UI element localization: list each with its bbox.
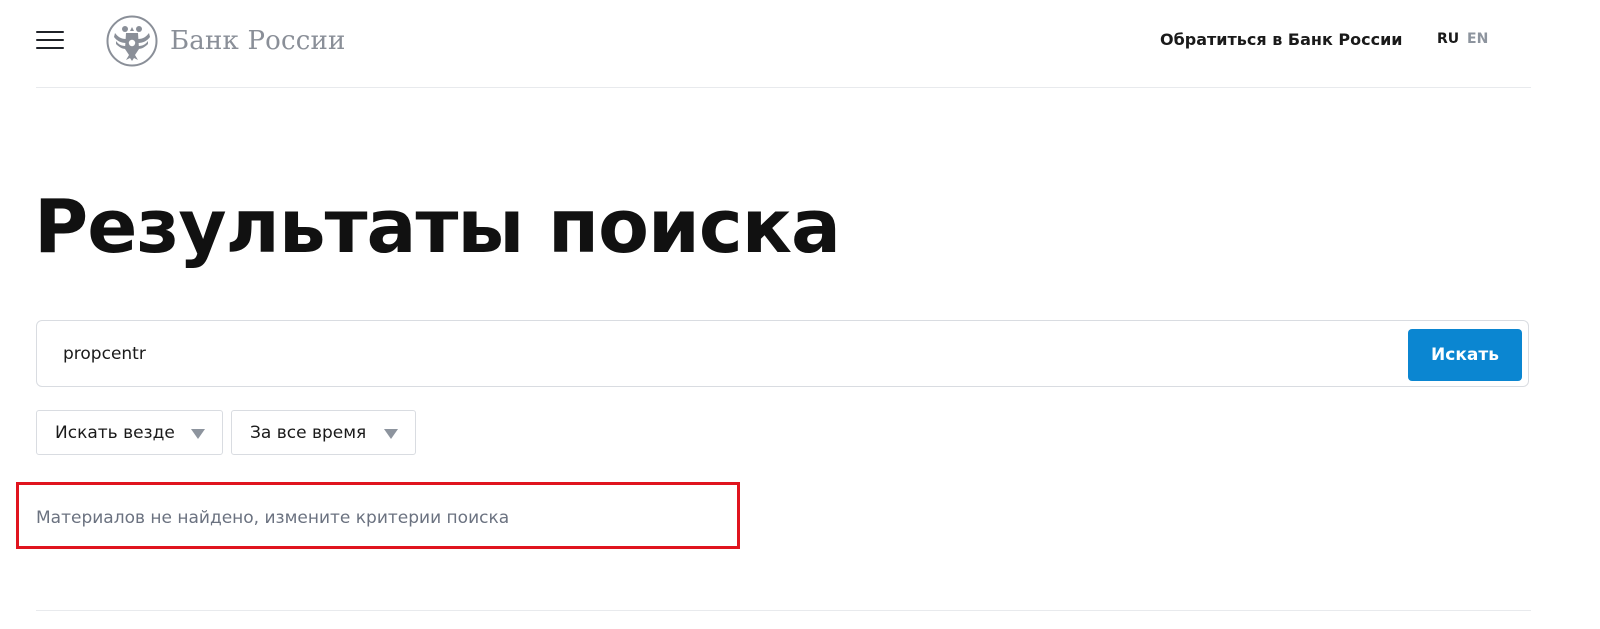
menu-icon[interactable] (36, 31, 64, 51)
header-divider (36, 87, 1531, 88)
logo-link[interactable]: Банк России (106, 14, 346, 68)
menu-icon-bar (36, 39, 64, 41)
filter-period-dropdown[interactable]: За все время (231, 410, 416, 455)
chevron-down-icon (191, 429, 205, 439)
search-input[interactable] (63, 321, 1393, 386)
contact-bank-link[interactable]: Обратиться в Банк России (1160, 30, 1403, 49)
menu-icon-bar (36, 31, 64, 33)
menu-icon-bar (36, 47, 64, 49)
filter-scope-dropdown[interactable]: Искать везде (36, 410, 223, 455)
logo-text: Банк России (170, 26, 346, 56)
page: Банк России Обратиться в Банк России RU … (0, 0, 1600, 629)
language-en[interactable]: EN (1467, 31, 1488, 47)
search-box: Искать (36, 320, 1529, 387)
chevron-down-icon (384, 429, 398, 439)
filter-scope-label: Искать везде (55, 422, 175, 443)
search-button[interactable]: Искать (1408, 329, 1522, 381)
empty-results-message: Материалов не найдено, измените критерии… (36, 508, 510, 528)
footer-divider (36, 610, 1531, 611)
filter-period-label: За все время (250, 422, 367, 443)
page-title: Результаты поиска (34, 184, 841, 270)
bank-emblem-icon (106, 15, 158, 67)
language-ru[interactable]: RU (1437, 31, 1459, 47)
